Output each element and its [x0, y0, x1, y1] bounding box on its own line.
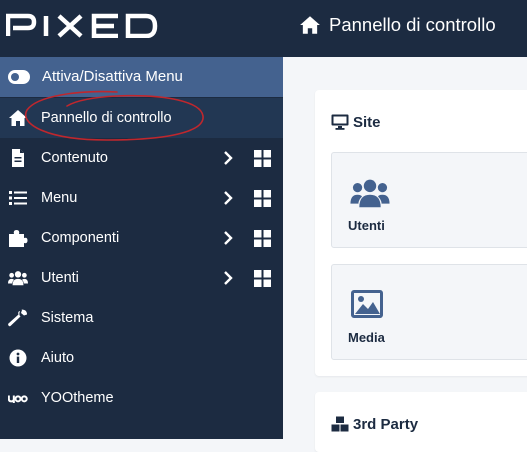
menu-toggle-label: Attiva/Disattiva Menu	[42, 68, 183, 85]
third-party-card: 3rd Party	[315, 392, 527, 452]
sidebar-item-label: Pannello di controllo	[41, 110, 172, 126]
home-icon	[9, 110, 27, 126]
sidebar-item-system[interactable]: Sistema	[0, 298, 283, 338]
sidebar-item-components[interactable]: Componenti	[0, 218, 283, 258]
cubes-icon	[331, 416, 349, 432]
users-icon	[350, 179, 390, 208]
desktop-icon	[331, 114, 349, 130]
tile-media[interactable]: Media	[331, 264, 527, 360]
sidebar-item-label: YOOtheme	[41, 390, 114, 406]
sidebar-item-label: Utenti	[41, 270, 79, 286]
list-icon	[9, 191, 27, 205]
sidebar-item-label: Sistema	[41, 310, 94, 326]
sidebar-item-help[interactable]: Aiuto	[0, 338, 283, 378]
tile-users[interactable]: Utenti	[331, 152, 527, 248]
sidebar-item-users[interactable]: Utenti	[0, 258, 283, 298]
sidebar-item-dashboard[interactable]: Pannello di controllo	[0, 98, 283, 138]
card-title: 3rd Party	[353, 416, 419, 433]
file-icon	[12, 149, 24, 167]
info-icon	[9, 349, 27, 367]
image-icon	[351, 290, 383, 318]
chevron-right-icon[interactable]	[220, 150, 236, 166]
chevron-right-icon[interactable]	[220, 190, 236, 206]
sidebar-item-label: Aiuto	[41, 350, 75, 366]
tile-label: Media	[348, 330, 385, 345]
sidebar-item-label: Menu	[41, 190, 78, 206]
grid-icon[interactable]	[254, 150, 271, 167]
wrench-icon	[8, 309, 27, 327]
page-title: Pannello di controllo	[329, 14, 496, 35]
grid-icon[interactable]	[254, 190, 271, 207]
sidebar: Attiva/Disattiva Menu Pannello di contro…	[0, 0, 283, 439]
yootheme-icon	[8, 395, 28, 403]
puzzle-icon	[9, 230, 28, 247]
toggle-icon	[8, 70, 30, 84]
menu-toggle-button[interactable]: Attiva/Disattiva Menu	[0, 57, 283, 97]
brand-logo[interactable]	[0, 0, 283, 57]
chevron-right-icon[interactable]	[220, 270, 236, 286]
sidebar-item-yootheme[interactable]: YOOtheme	[0, 378, 283, 418]
sidebar-item-menu[interactable]: Menu	[0, 178, 283, 218]
tile-label: Utenti	[348, 218, 385, 233]
sidebar-item-content[interactable]: Contenuto	[0, 138, 283, 178]
chevron-right-icon[interactable]	[220, 230, 236, 246]
sidebar-item-label: Contenuto	[41, 150, 108, 166]
sidebar-item-label: Componenti	[41, 230, 120, 246]
site-card: Site Utenti Media	[315, 90, 527, 376]
grid-icon[interactable]	[254, 270, 271, 287]
card-title: Site	[353, 114, 381, 131]
pixed-logo	[6, 13, 158, 38]
header-bar: Pannello di controllo	[283, 0, 527, 57]
users-icon	[8, 271, 28, 286]
home-icon	[300, 16, 320, 34]
grid-icon[interactable]	[254, 230, 271, 247]
